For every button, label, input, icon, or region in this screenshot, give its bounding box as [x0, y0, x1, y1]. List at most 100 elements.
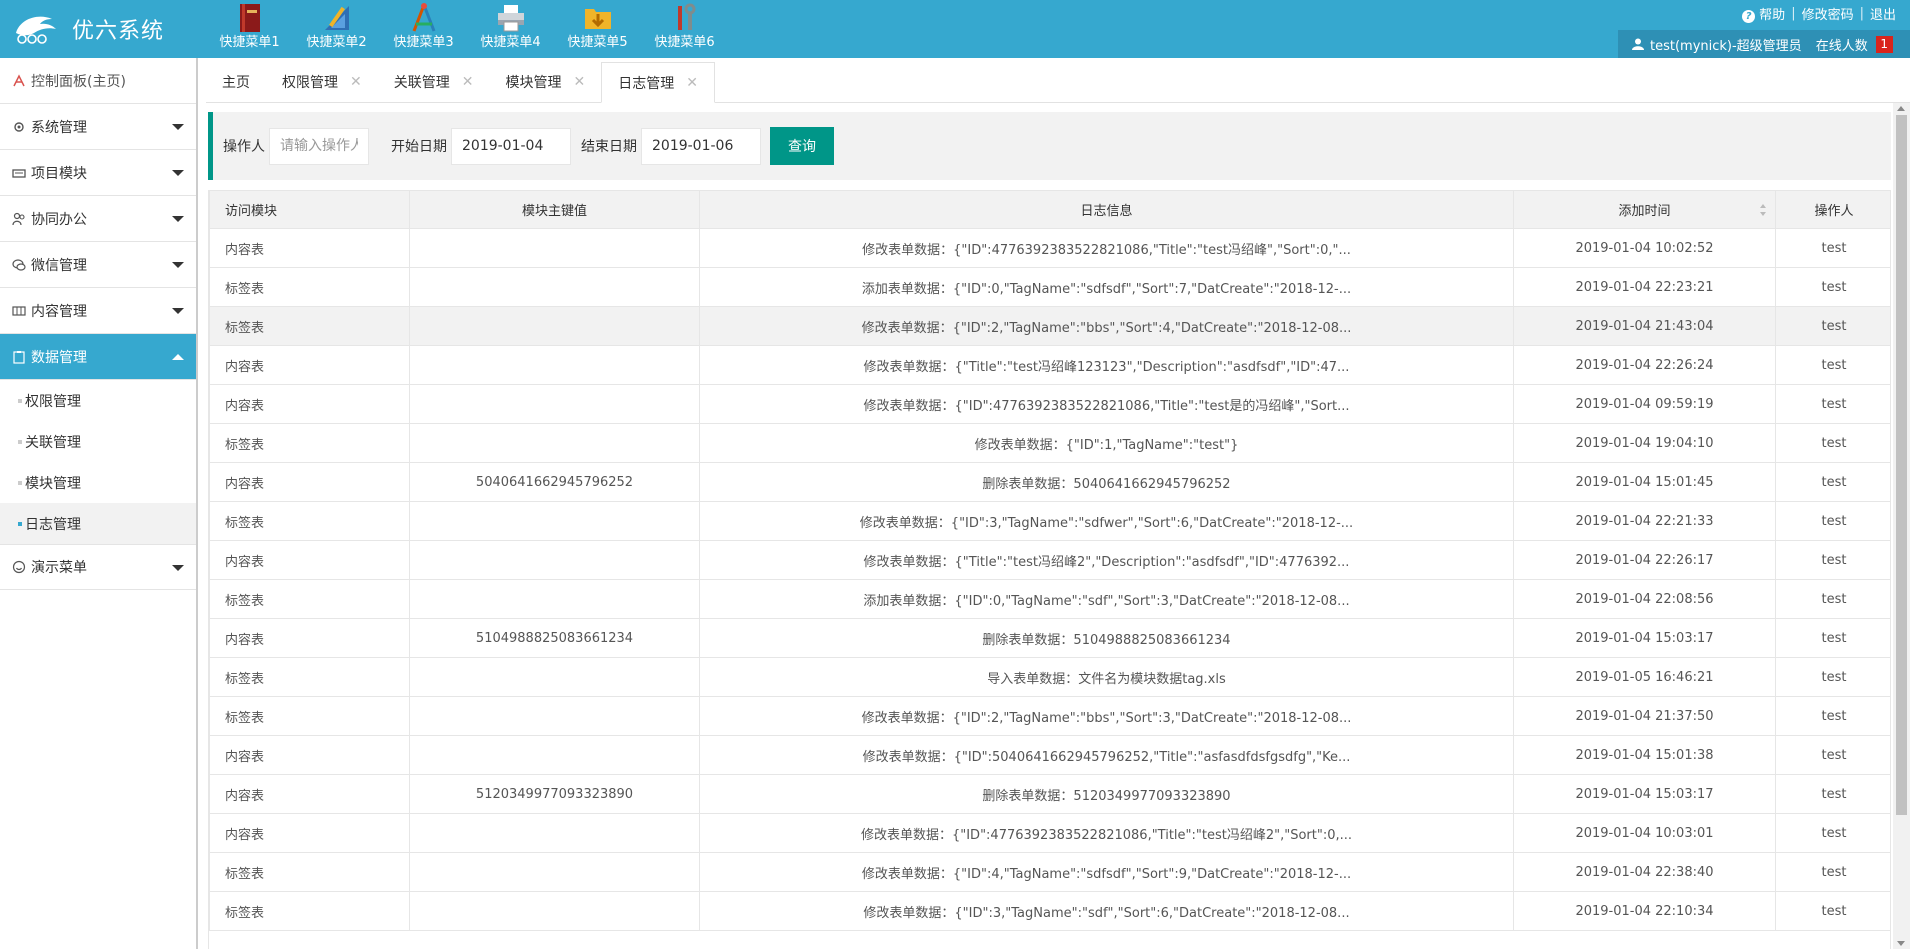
quick-menu-2[interactable]: 快捷菜单2: [293, 2, 380, 51]
quick-menu-3[interactable]: 快捷菜单3: [380, 2, 467, 51]
cell-time: 2019-01-04 15:03:17: [1513, 618, 1776, 658]
cell-module: 标签表: [209, 657, 410, 697]
column-header-label: 添加时间: [1618, 204, 1671, 219]
column-header-key[interactable]: 模块主键值: [409, 190, 700, 229]
table-row[interactable]: 标签表 添加表单数据：{"ID":0,"TagName":"sdf","Sort"…: [209, 579, 1890, 619]
cell-key: [409, 306, 700, 346]
cell-message: 修改表单数据：{"ID":2,"TagName":"bbs","Sort":3,…: [699, 696, 1514, 736]
logo[interactable]: 优六系统: [12, 8, 164, 50]
tab-relation[interactable]: 关联管理 ✕: [378, 62, 490, 102]
chevron-down-icon: [172, 216, 184, 222]
sidebar-subitem-permission[interactable]: 权限管理: [0, 380, 196, 421]
table-row[interactable]: 内容表 修改表单数据：{"ID":4776392383522821086,"Tit…: [209, 813, 1890, 853]
cell-module: 标签表: [209, 579, 410, 619]
cell-message: 修改表单数据：{"Title":"test冯绍峰2","Description"…: [699, 540, 1514, 580]
sidebar-subitem-log[interactable]: 日志管理: [0, 503, 196, 544]
end-date-input[interactable]: [641, 127, 761, 165]
cell-operator: test: [1775, 891, 1890, 931]
sidebar-subitem-relation[interactable]: 关联管理: [0, 421, 196, 462]
quick-menu-1[interactable]: 快捷菜单1: [206, 2, 293, 51]
cell-key: [409, 345, 700, 385]
cell-operator: test: [1775, 813, 1890, 853]
table-row[interactable]: 标签表 导入表单数据：文件名为模块数据tag.xls 2019-01-05 16:4…: [209, 657, 1890, 697]
cell-operator: test: [1775, 228, 1890, 268]
column-header-time[interactable]: 添加时间: [1513, 190, 1776, 229]
table-row[interactable]: 标签表 修改表单数据：{"ID":2,"TagName":"bbs","Sort"…: [209, 306, 1890, 346]
cell-message: 修改表单数据：{"ID":4776392383522821086,"Title"…: [699, 228, 1514, 268]
quick-menu-4[interactable]: 快捷菜单4: [467, 2, 554, 51]
column-header-message[interactable]: 日志信息: [699, 190, 1514, 229]
bullet-icon: [18, 439, 22, 444]
sidebar-item-label: 微信管理: [31, 257, 87, 274]
start-date-input[interactable]: [451, 127, 571, 165]
quick-menu-label: 快捷菜单2: [306, 35, 367, 50]
tab-home[interactable]: 主页: [206, 62, 266, 102]
table-row[interactable]: 标签表 修改表单数据：{"ID":4,"TagName":"sdfsdf","So…: [209, 852, 1890, 892]
sidebar-item-data[interactable]: 数据管理: [0, 334, 196, 380]
sidebar-item-home[interactable]: 控制面板(主页): [0, 58, 196, 104]
scroll-up-icon[interactable]: [1897, 106, 1905, 111]
column-header-module[interactable]: 访问模块: [209, 190, 410, 229]
sidebar-item-label: 项目模块: [31, 165, 87, 182]
scrollbar-thumb[interactable]: [1896, 115, 1907, 815]
table-row[interactable]: 内容表 5104988825083661234 删除表单数据：51049888250…: [209, 618, 1890, 658]
cell-time: 2019-01-04 22:23:21: [1513, 267, 1776, 307]
table-row[interactable]: 内容表 修改表单数据：{"Title":"test冯绍峰2","Descripti…: [209, 540, 1890, 580]
table-row[interactable]: 内容表 修改表单数据：{"ID":4776392383522821086,"Tit…: [209, 228, 1890, 268]
online-label: 在线人数: [1815, 38, 1868, 54]
sort-icon[interactable]: [1759, 203, 1767, 217]
search-filter-bar: 操作人 开始日期 结束日期 查询: [208, 112, 1891, 180]
table-row[interactable]: 内容表 5040641662945796252 删除表单数据：50406416629…: [209, 462, 1890, 502]
log-table-container: 访问模块 模块主键值 日志信息 添加时间 操作人 内容表 修改表单数据：{"ID"…: [208, 190, 1891, 949]
table-row[interactable]: 内容表 5120349977093323890 删除表单数据：51203499770…: [209, 774, 1890, 814]
smile-icon: [12, 560, 26, 574]
table-row[interactable]: 内容表 修改表单数据：{"Title":"test冯绍峰123123","Desc…: [209, 345, 1890, 385]
chevron-down-icon: [172, 262, 184, 268]
logout-link[interactable]: 退出: [1864, 4, 1902, 23]
table-row[interactable]: 标签表 修改表单数据：{"ID":3,"TagName":"sdf","Sort"…: [209, 891, 1890, 931]
quick-menu-6[interactable]: 快捷菜单6: [641, 2, 728, 51]
cell-operator: test: [1775, 384, 1890, 424]
vertical-scrollbar[interactable]: [1893, 103, 1910, 949]
tab-permission[interactable]: 权限管理 ✕: [266, 62, 378, 102]
cell-message: 修改表单数据：{"ID":3,"TagName":"sdf","Sort":6,…: [699, 891, 1514, 931]
close-icon[interactable]: ✕: [686, 75, 698, 91]
tab-label: 模块管理: [505, 75, 562, 91]
tab-module[interactable]: 模块管理 ✕: [489, 62, 601, 102]
cell-message: 修改表单数据：{"ID":4776392383522821086,"Title"…: [699, 384, 1514, 424]
online-count-badge[interactable]: 1: [1875, 35, 1893, 53]
tab-log[interactable]: 日志管理 ✕: [601, 62, 715, 103]
table-row[interactable]: 标签表 修改表单数据：{"ID":3,"TagName":"sdfwer","So…: [209, 501, 1890, 541]
table-row[interactable]: 内容表 修改表单数据：{"ID":5040641662945796252,"Tit…: [209, 735, 1890, 775]
sidebar-item-system[interactable]: 系统管理: [0, 104, 196, 150]
cell-time: 2019-01-04 15:03:17: [1513, 774, 1776, 814]
tab-label: 权限管理: [282, 75, 338, 91]
sidebar-item-content[interactable]: 内容管理: [0, 288, 196, 334]
cell-key: [409, 891, 700, 931]
sidebar-item-project[interactable]: 项目模块: [0, 150, 196, 196]
quick-menu-label: 快捷菜单1: [219, 35, 280, 50]
operator-input[interactable]: [269, 127, 369, 165]
sidebar-item-wechat[interactable]: 微信管理: [0, 242, 196, 288]
scroll-down-icon[interactable]: [1897, 941, 1905, 946]
user-name[interactable]: test(mynick)-超级管理员: [1650, 35, 1802, 54]
close-icon[interactable]: ✕: [573, 74, 585, 90]
table-row[interactable]: 标签表 修改表单数据：{"ID":1,"TagName":"test"} 2019-…: [209, 423, 1890, 463]
sidebar-item-demo[interactable]: 演示菜单: [0, 544, 196, 590]
change-password-link[interactable]: 修改密码: [1796, 4, 1860, 23]
table-row[interactable]: 内容表 修改表单数据：{"ID":4776392383522821086,"Tit…: [209, 384, 1890, 424]
column-header-operator[interactable]: 操作人: [1775, 190, 1890, 229]
table-row[interactable]: 标签表 修改表单数据：{"ID":2,"TagName":"bbs","Sort"…: [209, 696, 1890, 736]
table-row[interactable]: 标签表 添加表单数据：{"ID":0,"TagName":"sdfsdf","So…: [209, 267, 1890, 307]
help-icon: ?: [1742, 10, 1756, 23]
close-icon[interactable]: ✕: [350, 74, 362, 90]
cell-operator: test: [1775, 501, 1890, 541]
close-icon[interactable]: ✕: [462, 74, 474, 90]
query-button[interactable]: 查询: [770, 127, 834, 165]
quick-menu-5[interactable]: 快捷菜单5: [554, 2, 641, 51]
cell-module: 内容表: [209, 345, 410, 385]
help-link[interactable]: ? 帮助: [1736, 4, 1791, 23]
sidebar-subitem-module[interactable]: 模块管理: [0, 462, 196, 503]
cell-module: 标签表: [209, 852, 410, 892]
sidebar-item-office[interactable]: 协同办公: [0, 196, 196, 242]
